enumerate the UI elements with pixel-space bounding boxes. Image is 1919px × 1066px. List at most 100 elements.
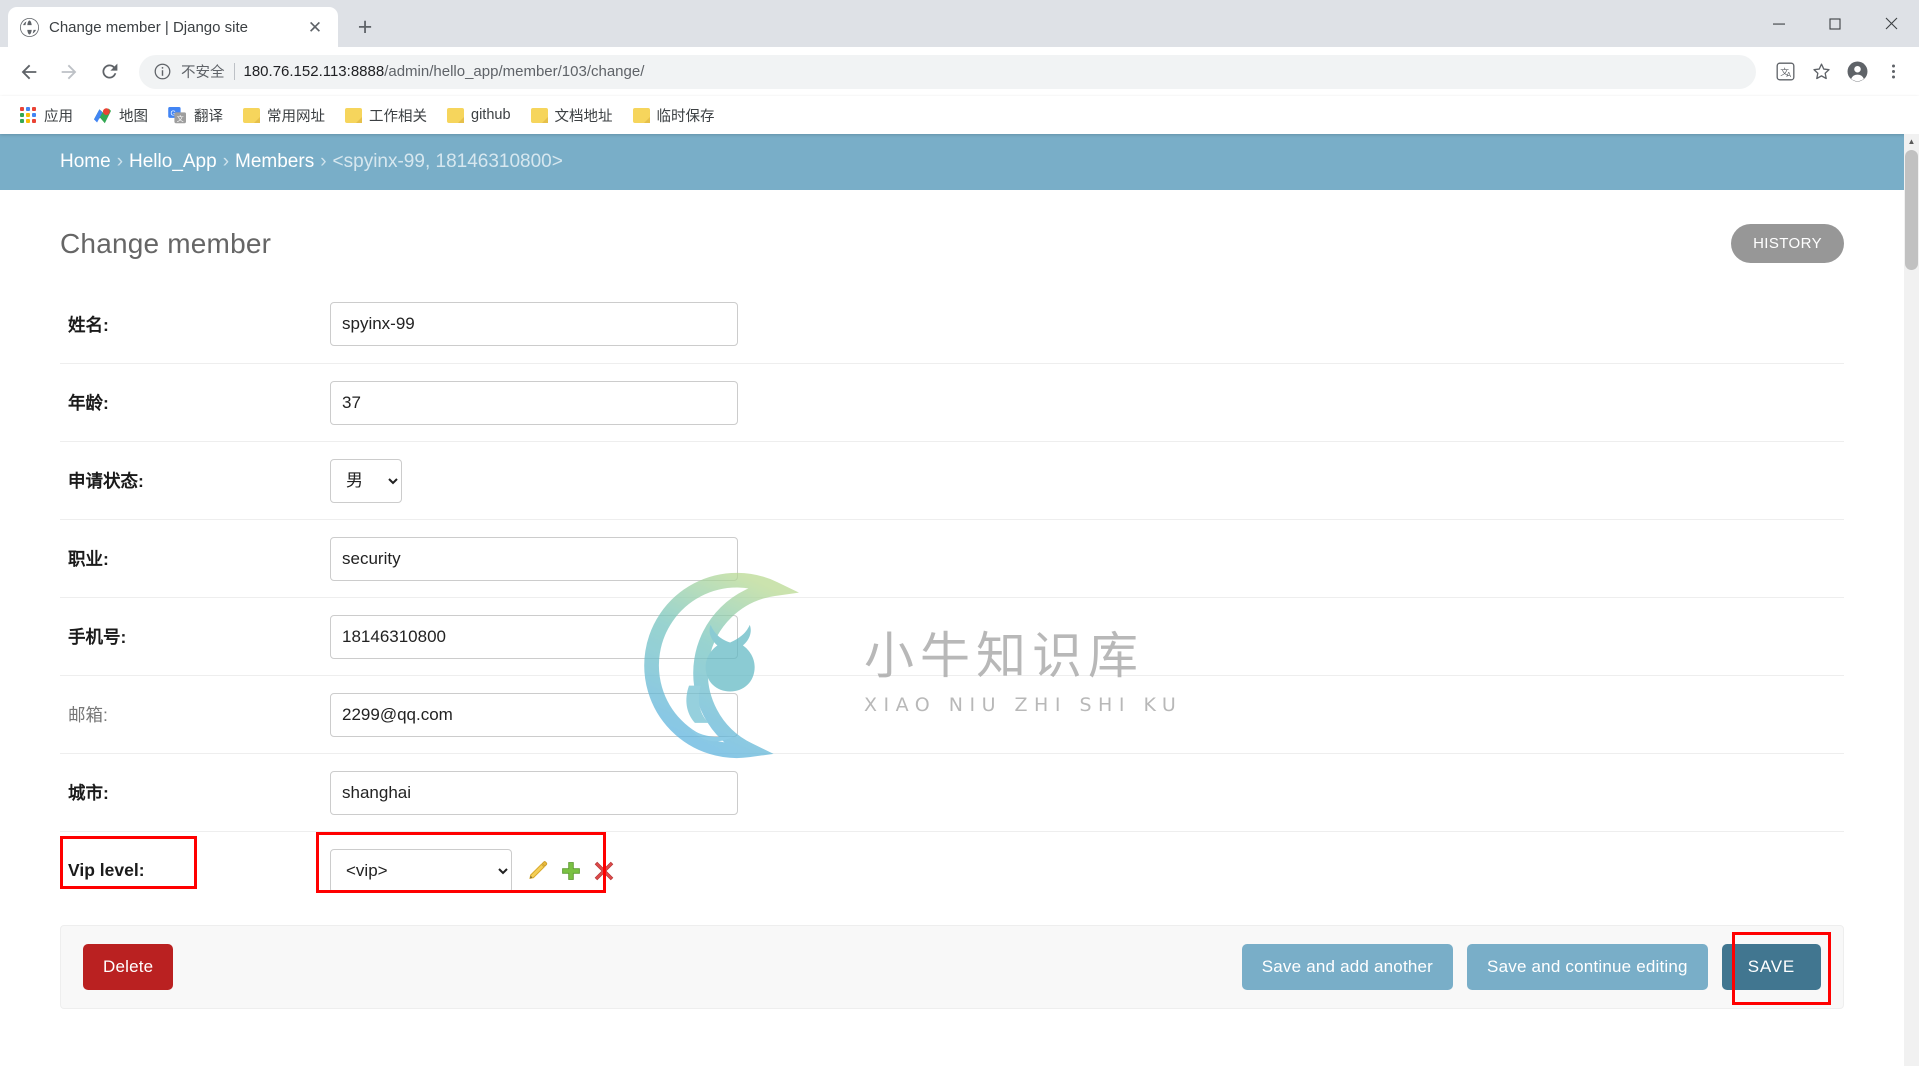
vip-level-select[interactable]: <vip>: [330, 848, 512, 893]
save-buttons-group: Save and add another Save and continue e…: [1241, 932, 1831, 1005]
form-row-vip-level: Vip level: <vip>: [60, 831, 1844, 909]
omnibox-divider: [233, 63, 235, 80]
back-arrow-icon[interactable]: [10, 53, 48, 91]
bookmark-apps[interactable]: 应用: [11, 101, 82, 130]
field-label-phone: 手机号:: [68, 627, 127, 647]
change-related-icon[interactable]: [527, 860, 549, 882]
age-input[interactable]: [330, 380, 738, 425]
field-wrap-phone: [330, 614, 738, 659]
browser-tab[interactable]: Change member | Django site ✕: [8, 7, 338, 47]
form-row-email: 邮箱:: [60, 675, 1844, 753]
bookmark-label: 文档地址: [554, 108, 613, 125]
folder-icon: [530, 107, 548, 123]
field-wrap-status: 男: [330, 458, 402, 503]
forward-arrow-icon[interactable]: [50, 53, 88, 91]
field-label-status: 申请状态:: [68, 471, 144, 491]
bookmark-folder-5[interactable]: 临时保存: [624, 101, 724, 130]
window-close-button[interactable]: [1863, 0, 1919, 47]
history-button[interactable]: HISTORY: [1731, 224, 1844, 263]
delete-related-icon[interactable]: [593, 860, 615, 882]
form-row-occupation: 职业:: [60, 519, 1844, 597]
field-label-age: 年龄:: [68, 393, 109, 413]
page-viewport: Home › Hello_App › Members › <spyinx-99, 18146…: [0, 134, 1919, 1066]
save-button[interactable]: SAVE: [1721, 944, 1821, 990]
bookmark-folder-4[interactable]: 文档地址: [522, 101, 622, 130]
field-wrap-age: [330, 380, 738, 425]
breadcrumb-home[interactable]: Home: [60, 151, 111, 172]
breadcrumb-separator: ›: [222, 151, 230, 172]
apps-grid-icon: [20, 106, 37, 124]
profile-avatar-icon[interactable]: [1841, 56, 1873, 88]
tab-close-icon[interactable]: ✕: [304, 16, 326, 38]
field-label-occupation: 职业:: [68, 549, 109, 569]
breadcrumb-bar: Home › Hello_App › Members › <spyinx-99, 18146…: [0, 134, 1904, 190]
browser-toolbar: 不安全 180.76.152.113:8888/admin/hello_app/…: [0, 47, 1919, 96]
page-scrollbar[interactable]: ▲ ▼: [1904, 134, 1919, 1066]
scroll-up-arrow-icon[interactable]: ▲: [1904, 134, 1919, 149]
form-row-name: 姓名:: [60, 285, 1844, 363]
field-label-email: 邮箱:: [68, 705, 108, 725]
translate-icon[interactable]: 文A: [1769, 56, 1801, 88]
window-controls: [1751, 0, 1919, 47]
new-tab-button[interactable]: +: [348, 10, 382, 44]
save-and-continue-editing-button[interactable]: Save and continue editing: [1467, 944, 1708, 990]
bookmark-maps[interactable]: 地图: [84, 101, 157, 130]
field-wrap-name: [330, 302, 738, 346]
three-dot-menu-icon[interactable]: [1877, 56, 1909, 88]
delete-button[interactable]: Delete: [83, 944, 174, 990]
bookmark-folder-1[interactable]: 常用网址: [234, 101, 334, 130]
reload-icon[interactable]: [90, 53, 128, 91]
globe-icon: [20, 17, 39, 37]
change-form: 姓名: 年龄: 申请状态: 男: [60, 285, 1844, 909]
bookmark-translate[interactable]: G文 翻译: [159, 101, 232, 130]
star-icon[interactable]: [1805, 56, 1837, 88]
status-select[interactable]: 男: [330, 458, 402, 503]
svg-text:A: A: [1786, 72, 1791, 79]
field-wrap-city: [330, 770, 738, 815]
bookmark-label: 临时保存: [656, 108, 715, 125]
folder-icon: [345, 107, 362, 123]
form-row-phone: 手机号:: [60, 597, 1844, 675]
svg-text:文: 文: [177, 113, 184, 122]
email-input[interactable]: [330, 692, 738, 737]
breadcrumb: Home › Hello_App › Members › <spyinx-99, 18146…: [60, 151, 563, 173]
breadcrumb-members[interactable]: Members: [235, 151, 314, 172]
field-wrap-email: [330, 692, 738, 737]
breadcrumb-separator: ›: [320, 151, 327, 172]
scrollbar-thumb[interactable]: [1905, 150, 1918, 270]
window-minimize-button[interactable]: [1751, 0, 1807, 47]
tab-strip: Change member | Django site ✕ +: [0, 0, 1919, 47]
google-translate-icon: G文: [168, 106, 187, 124]
occupation-input[interactable]: [330, 536, 738, 581]
add-related-icon[interactable]: [560, 860, 582, 882]
form-row-status: 申请状态: 男: [60, 441, 1844, 519]
field-label-name: 姓名:: [68, 314, 109, 335]
info-circle-icon[interactable]: [153, 62, 172, 81]
city-input[interactable]: [330, 770, 738, 815]
url-path: /admin/hello_app/member/103/change/: [384, 63, 645, 80]
security-label: 不安全: [181, 65, 225, 81]
phone-input[interactable]: [330, 614, 738, 659]
save-and-add-another-button[interactable]: Save and add another: [1241, 944, 1454, 990]
name-input[interactable]: [330, 302, 738, 346]
page-content: Change member HISTORY 姓名: 年龄:: [0, 190, 1904, 1009]
address-bar[interactable]: 不安全 180.76.152.113:8888/admin/hello_app/…: [139, 54, 1756, 89]
window-maximize-button[interactable]: [1807, 0, 1863, 47]
breadcrumb-separator: ›: [116, 151, 124, 172]
url-host: 180.76.152.113:8888: [243, 63, 385, 80]
page-title: Change member: [60, 227, 272, 259]
bookmark-folder-3[interactable]: github: [438, 103, 520, 127]
bookmark-label: 常用网址: [267, 108, 325, 125]
bookmark-folder-2[interactable]: 工作相关: [336, 101, 436, 130]
scroll-down-arrow-icon[interactable]: ▼: [1904, 1062, 1919, 1066]
folder-icon: [632, 107, 650, 123]
django-admin-page: Home › Hello_App › Members › <spyinx-99, 18146…: [0, 134, 1904, 1066]
breadcrumb-current: <spyinx-99, 18146310800>: [332, 151, 563, 172]
bookmark-label: 应用: [44, 108, 73, 125]
field-label-city: 城市:: [68, 783, 109, 803]
field-wrap-vip-level: <vip>: [330, 848, 615, 893]
url-text: 180.76.152.113:8888/admin/hello_app/memb…: [244, 63, 1743, 80]
field-wrap-occupation: [330, 536, 738, 581]
breadcrumb-hello-app[interactable]: Hello_App: [129, 151, 217, 172]
form-row-age: 年龄:: [60, 363, 1844, 441]
